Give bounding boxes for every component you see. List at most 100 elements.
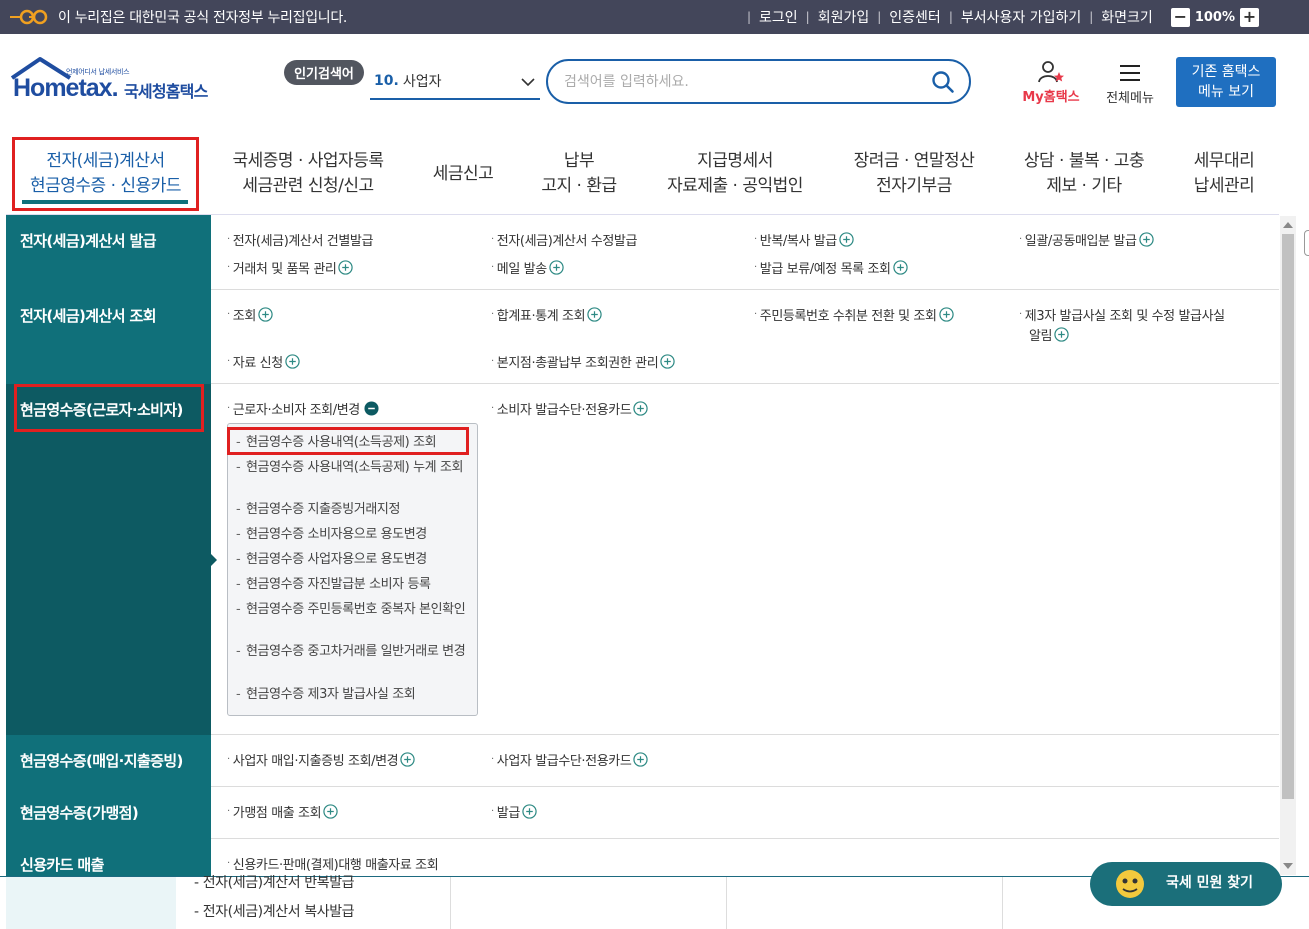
gnb-label: 세금신고 — [432, 163, 494, 184]
gnb-tax-certificate[interactable]: 국세증명 · 사업자등록 세금관련 신청/신고 — [222, 136, 394, 212]
category-cash-receipt-merchant[interactable]: 현금영수증(가맹점) — [6, 787, 211, 839]
hometax-logo[interactable]: 언제어디서 납세서비스 Hometax. 국세청홈택스 — [8, 56, 223, 106]
submenu-item[interactable]: 현금영수증 지출증빙거래지정 — [236, 501, 468, 519]
menu-link[interactable]: · 제3자 발급사실 조회 및 수정 발급사실 — [1019, 305, 1225, 324]
plus-icon[interactable] — [400, 752, 415, 767]
gnb-incentive[interactable]: 장려금 · 연말정산 전자기부금 — [840, 136, 988, 212]
menu-link[interactable]: · 주민등록번호 수취분 전환 및 조회 — [754, 305, 954, 324]
tax-civil-service-finder-button[interactable]: 국세 민원 찾기 — [1090, 862, 1282, 906]
signup-link[interactable]: 회원가입 — [818, 7, 870, 27]
search-input[interactable] — [564, 70, 904, 94]
cert-center-link[interactable]: 인증센터 — [889, 7, 941, 27]
menu-link[interactable]: · 가맹점 매출 조회 — [227, 802, 338, 821]
popular-search-badge: 인기검색어 — [284, 60, 364, 85]
plus-icon[interactable] — [1054, 327, 1069, 342]
submenu-item[interactable]: 현금영수증 주민등록번호 중복자 본인확인 — [236, 601, 468, 619]
gnb-label: 납부 — [563, 151, 595, 171]
menu-link[interactable]: · 반복/복사 발급 — [754, 230, 854, 249]
gov-notice-bar: 이 누리집은 대한민국 공식 전자정부 누리집입니다. | 로그인 | 회원가입… — [0, 0, 1309, 34]
submenu-item[interactable]: 현금영수증 소비자용으로 용도변경 — [236, 526, 468, 544]
gnb-label: 장려금 · 연말정산 — [853, 151, 975, 171]
category-cash-receipt-purchase[interactable]: 현금영수증(매입·지출증빙) — [6, 735, 211, 787]
my-hometax-button[interactable]: My홈택스 — [1015, 60, 1087, 105]
background-link[interactable]: - 전자(세금)계산서 복사발급 — [194, 901, 355, 921]
submenu-item[interactable]: 현금영수증 사업자용으로 용도변경 — [236, 551, 468, 569]
menu-link[interactable]: · 소비자 발급수단·전용카드 — [491, 399, 649, 418]
gnb-payment[interactable]: 납부 고지 · 환급 — [528, 136, 630, 212]
gov-links: | 로그인 | 회원가입 | 인증센터 | 부서사용자 가입하기 | 화면크기 … — [739, 0, 1259, 34]
plus-icon[interactable] — [285, 354, 300, 369]
menu-link[interactable]: · 조회 — [227, 305, 273, 324]
gnb-payment-statement[interactable]: 지급명세서 자료제출 · 공익법인 — [655, 136, 815, 212]
menu-link[interactable]: · 발급 보류/예정 목록 조회 — [754, 258, 908, 277]
gnb-label: 상담 · 불복 · 고충 — [1023, 151, 1145, 171]
screen-size-label: 화면크기 — [1101, 10, 1153, 26]
menu-link[interactable]: · 전자(세금)계산서 수정발급 — [491, 230, 637, 249]
menu-link-expanded[interactable]: · 근로자·소비자 조회/변경 — [227, 399, 379, 418]
plus-icon[interactable] — [338, 260, 354, 275]
login-link[interactable]: 로그인 — [759, 7, 798, 27]
plus-icon[interactable] — [258, 307, 273, 322]
menu-link[interactable]: · 사업자 발급수단·전용카드 — [491, 750, 649, 769]
scroll-down-arrow-icon[interactable] — [1283, 863, 1293, 869]
selected-category-arrow — [210, 553, 217, 567]
category-credit-card-sales[interactable]: 신용카드 매출 — [6, 839, 211, 876]
category-e-invoice-query[interactable]: 전자(세금)계산서 조회 — [6, 290, 211, 384]
plus-icon[interactable] — [633, 401, 649, 416]
gnb-label: 국세증명 · 사업자등록 — [232, 151, 384, 171]
menu-link[interactable]: · 사업자 매입·지출증빙 조회/변경 — [227, 750, 415, 769]
menu-link[interactable]: · 자료 신청 — [227, 352, 300, 371]
logo-kr-name: 국세청홈택스 — [124, 82, 208, 101]
search-icon[interactable] — [931, 70, 955, 94]
my-hometax-label: My홈택스 — [1022, 90, 1080, 105]
plus-icon[interactable] — [323, 804, 338, 819]
menu-link[interactable]: · 메일 발송 — [491, 258, 564, 277]
menu-link[interactable]: · 신용카드·판매(결제)대행 매출자료 조회 — [227, 854, 439, 873]
plus-icon[interactable] — [839, 232, 854, 247]
minus-icon[interactable] — [364, 401, 379, 416]
panel-scrollbar[interactable] — [1280, 216, 1296, 875]
menu-link[interactable]: · 합계표·통계 조회 — [491, 305, 602, 324]
submenu-item[interactable]: 현금영수증 제3자 발급사실 조회 — [236, 686, 468, 704]
submenu-item[interactable]: 현금영수증 자진발급분 소비자 등록 — [236, 576, 468, 594]
gnb-tax-report[interactable]: 세금신고 — [418, 136, 508, 212]
side-tab-handle[interactable] — [1304, 230, 1309, 256]
minwon-label: 국세 민원 찾기 — [1166, 875, 1254, 891]
category-cash-receipt-consumer[interactable]: 현금영수증(근로자·소비자) — [6, 384, 211, 735]
menu-link[interactable]: · 본지점·총괄납부 조회권한 관리 — [491, 352, 675, 371]
zoom-out-button[interactable]: − — [1170, 7, 1190, 27]
popular-search-select[interactable]: 10. 사업자 — [370, 64, 540, 100]
gnb-label: 자료제출 · 공익법인 — [667, 176, 803, 196]
plus-icon[interactable] — [522, 804, 537, 819]
plus-icon[interactable] — [633, 752, 649, 767]
zoom-control: − 100% + — [1157, 7, 1259, 27]
gnb-consulting[interactable]: 상담 · 불복 · 고충 제보 · 기타 — [1010, 136, 1158, 212]
plus-icon[interactable] — [892, 260, 908, 275]
category-e-invoice-issue[interactable]: 전자(세금)계산서 발급 — [6, 215, 211, 290]
plus-icon[interactable] — [938, 307, 954, 322]
dept-user-signup-link[interactable]: 부서사용자 가입하기 — [961, 7, 1081, 27]
zoom-in-button[interactable]: + — [1240, 7, 1259, 27]
plus-icon[interactable] — [1138, 232, 1154, 247]
submenu-item[interactable]: 현금영수증 사용내역(소득공제) 누계 조회 — [236, 459, 468, 477]
menu-link[interactable]: · 발급 — [491, 802, 537, 821]
plus-icon[interactable] — [587, 307, 602, 322]
cash-receipt-submenu: 현금영수증 사용내역(소득공제) 조회 현금영수증 사용내역(소득공제) 누계 … — [227, 423, 478, 716]
menu-link[interactable]: · 일괄/공동매입분 발급 — [1019, 230, 1154, 249]
menu-link[interactable]: · 전자(세금)계산서 건별발급 — [227, 230, 373, 249]
all-menu-button[interactable]: 전체메뉴 — [1098, 60, 1162, 106]
menu-link[interactable]: · 거래처 및 품목 관리 — [227, 258, 354, 277]
old-hometax-menu-button[interactable]: 기존 홈택스 메뉴 보기 — [1176, 57, 1276, 107]
gnb-tax-agent[interactable]: 세무대리 납세관리 — [1178, 136, 1270, 212]
category-row: · 가맹점 매출 조회 · 발급 — [211, 787, 1279, 839]
old-menu-line1: 기존 홈택스 — [1191, 64, 1261, 80]
submenu-item[interactable]: 현금영수증 중고차거래를 일반거래로 변경 — [236, 643, 468, 661]
plus-icon[interactable] — [549, 260, 564, 275]
scroll-up-arrow-icon[interactable] — [1283, 222, 1293, 228]
background-link[interactable]: - 전자(세금)계산서 반복발급 — [194, 872, 355, 892]
menu-link-continued[interactable]: 알림 — [1029, 325, 1069, 344]
plus-icon[interactable] — [660, 354, 675, 369]
scroll-thumb[interactable] — [1282, 234, 1294, 799]
old-menu-line2: 메뉴 보기 — [1198, 84, 1254, 100]
divider — [1002, 877, 1003, 929]
